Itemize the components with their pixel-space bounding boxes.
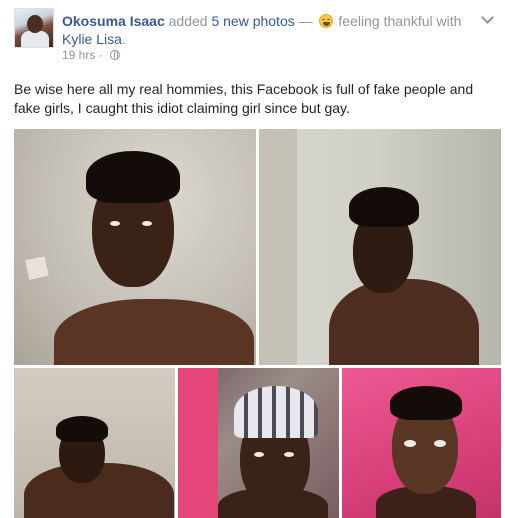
globe-icon[interactable]: [110, 50, 121, 60]
happy-emoji-icon: [318, 14, 333, 28]
author-avatar[interactable]: [14, 8, 54, 48]
tagged-user-link[interactable]: Kylie Lisa: [62, 31, 122, 47]
post-headline: Okosuma Isaac added 5 new photos — feeli…: [62, 12, 461, 30]
author-name-link[interactable]: Okosuma Isaac: [62, 13, 165, 29]
post-header: Okosuma Isaac added 5 new photos — feeli…: [14, 8, 494, 62]
post-photo-1[interactable]: [14, 129, 256, 365]
post-body-text: Be wise here all my real hommies, this F…: [14, 81, 474, 116]
feeling-text: feeling thankful with: [338, 13, 462, 29]
headline-period: .: [121, 31, 126, 47]
post-photo-3[interactable]: [14, 368, 175, 518]
post-photo-4[interactable]: [178, 368, 339, 518]
post-headline-continued: Kylie Lisa.: [62, 30, 126, 48]
post-timestamp: 19 hrs ·: [62, 48, 121, 62]
chevron-down-icon[interactable]: [480, 12, 494, 26]
action-prefix: added: [168, 13, 208, 29]
photos-count-link[interactable]: 5 new photos: [211, 13, 294, 29]
avatar-face: [27, 15, 43, 33]
post-photo-2[interactable]: [259, 129, 501, 365]
timestamp-link[interactable]: 19 hrs: [62, 48, 95, 62]
feed-post: Okosuma Isaac added 5 new photos — feeli…: [0, 0, 505, 518]
timestamp-separator: ·: [98, 48, 103, 62]
headline-separator: —: [298, 13, 313, 29]
post-photo-5[interactable]: [342, 368, 501, 518]
avatar-shirt: [21, 31, 49, 47]
